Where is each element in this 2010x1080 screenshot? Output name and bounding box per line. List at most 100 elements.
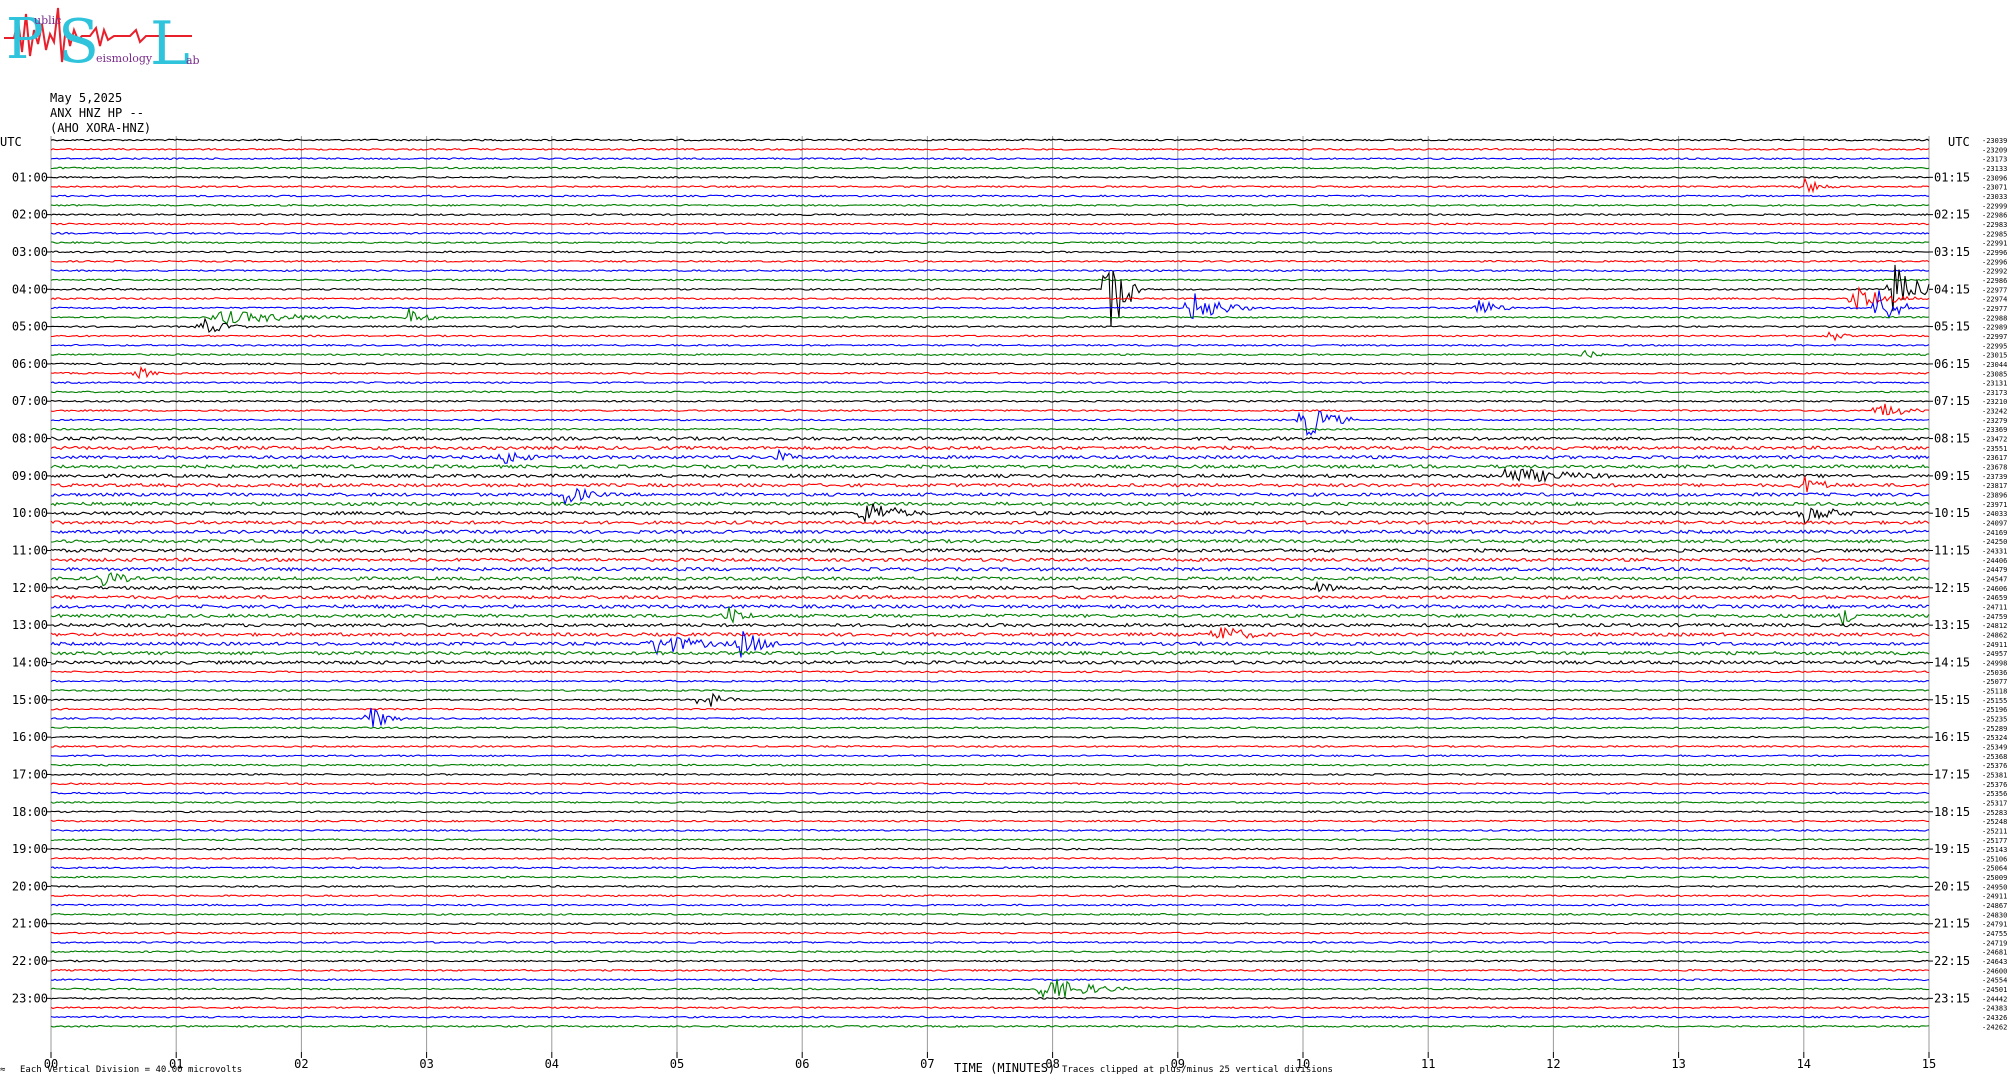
trace-offset-label: -25248 [1982,818,2007,826]
seismic-trace-line [50,250,1930,254]
seismic-trace-line [50,501,1930,507]
seismic-trace-line [50,427,1930,431]
trace-offset-label: -22992 [1982,268,2007,276]
seismic-trace-line [50,912,1930,916]
trace-offset-label: -22996 [1982,258,2007,266]
trace-offset-label: -23033 [1982,193,2007,201]
trace-offset-label: -23617 [1982,454,2007,462]
trace-offset-label: -24326 [1982,1014,2007,1022]
trace-offset-label: -23369 [1982,426,2007,434]
trace-offset-label: -22991 [1982,240,2007,248]
seismic-trace-line [50,331,1930,342]
left-hour-label: 22:00 [12,954,48,968]
seismic-trace-line [50,1015,1930,1019]
seismic-trace-line [50,213,1930,217]
seismic-trace-line [50,138,1930,142]
left-hour-label: 13:00 [12,618,48,632]
x-tick-label: 02 [294,1057,308,1071]
seismic-trace-line [50,772,1929,776]
seismic-trace-line [50,259,1930,263]
x-tick-label: 13 [1671,1057,1685,1071]
left-hour-label: 18:00 [12,805,48,819]
left-hour-label: 14:00 [12,655,48,669]
seismic-trace-line [50,467,1930,484]
right-hour-label: 16:15 [1934,730,1970,744]
logo-word-lab: ab [186,54,200,67]
seismic-trace-line [50,157,1930,161]
trace-offset-label: -23209 [1982,146,2007,154]
right-hour-label: 11:15 [1934,544,1970,558]
seismic-trace-line [50,381,1930,385]
trace-offset-label: -24554 [1982,977,2007,985]
seismic-trace-line [51,343,1930,347]
trace-offset-label: -25143 [1982,846,2007,854]
trace-offset-label: -24097 [1982,520,2007,528]
seismic-trace-line [50,735,1930,739]
trace-offset-label: -25289 [1982,725,2007,733]
right-hour-label: 01:15 [1934,170,1970,184]
right-hour-label: 21:15 [1934,917,1970,931]
right-hour-label: 14:15 [1934,655,1970,669]
trace-offset-label: -23085 [1982,370,2007,378]
trace-offset-label: -22997 [1982,333,2007,341]
x-axis-title: TIME (MINUTES) [954,1061,1055,1075]
x-tick-label: 03 [419,1057,433,1071]
seismic-trace-line [50,487,1930,505]
seismic-trace-line [50,278,1930,282]
right-hour-label: 04:15 [1934,282,1970,296]
psl-logo: P S L ublic eismology ab [4,7,200,79]
logo-word-seismology: eismology [96,52,153,65]
left-hour-labels: 01:00 02:00 03:00 04:00 05:00 06:00 07:00 08:00… [12,170,51,1005]
seismic-trace-line [50,670,1930,674]
trace-offset-label: -25211 [1982,827,2007,835]
seismic-trace-line [50,572,1930,587]
left-hour-label: 20:00 [12,879,48,893]
logo-word-public: ublic [34,14,61,27]
trace-offset-label: -25349 [1982,743,2007,751]
trace-offset-label: -25118 [1982,687,2007,695]
seismic-trace-line [50,503,1930,525]
seismic-trace-line [50,580,1930,593]
seismic-trace-line [50,968,1930,972]
left-hour-label: 05:00 [12,320,48,334]
seismic-trace-line [50,547,1930,554]
left-hour-label: 06:00 [12,357,48,371]
right-hour-label: 08:15 [1934,432,1970,446]
right-hour-label: 19:15 [1934,842,1970,856]
trace-offset-label: -24759 [1982,613,2007,621]
seismic-trace-line [50,166,1930,170]
x-tick-label: 07 [920,1057,934,1071]
trace-offset-label: -22989 [1982,324,2007,332]
trace-offset-label: -23739 [1982,473,2007,481]
left-hour-label: 11:00 [12,544,48,558]
seismic-trace-line [50,464,1930,470]
seismic-trace-line [50,606,1930,626]
utc-label-right: UTC [1948,135,1970,149]
seismic-trace-line [50,445,1929,451]
trace-offset-label: -25235 [1982,715,2007,723]
seismic-trace-line [50,175,1930,179]
trace-offset-label: -23279 [1982,417,2007,425]
left-hour-label: 12:00 [12,581,48,595]
seismic-trace-line [50,894,1930,898]
seismic-trace-line [50,726,1929,730]
trace-offset-label: -24250 [1982,538,2007,546]
seismic-trace-line [50,349,1930,358]
x-tick-label: 14 [1797,1057,1811,1071]
seismic-trace-line [50,903,1930,907]
header-network: (AHO XORA-HNZ) [50,121,151,135]
seismic-trace-line [50,308,1930,325]
trace-offset-label: -25177 [1982,837,2007,845]
helicorder-plot: P S L ublic eismology ab May 5,2025 ANX … [0,7,2007,1075]
trace-offset-label: -25106 [1982,855,2007,863]
trace-offset-label: -22986 [1982,277,2007,285]
trace-offset-label: -25283 [1982,809,2007,817]
seismic-traces [50,138,1930,1028]
seismic-trace-line [50,410,1930,437]
left-hour-label: 08:00 [12,432,48,446]
seismic-trace-line [50,622,1930,628]
trace-offset-label: -25324 [1982,734,2007,742]
right-hour-label: 06:15 [1934,357,1970,371]
trace-offset-label: -24383 [1982,1005,2007,1013]
trace-offset-label: -22974 [1982,296,2007,304]
